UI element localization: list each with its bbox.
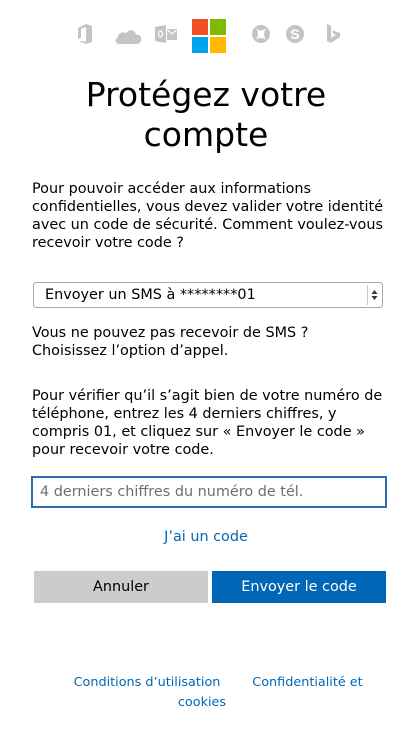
verify-line: pour recevoir votre code. [32, 442, 214, 458]
outlook-icon[interactable] [155, 24, 177, 44]
terms-link[interactable]: Conditions d’utilisation [72, 673, 222, 693]
sms-help-text: Vous ne pouvez pas recevoir de SMS ? Cho… [32, 324, 392, 360]
xbox-icon[interactable] [251, 24, 271, 44]
verify-line: Pour vérifier qu’il s’agit bien de votre… [32, 388, 383, 404]
microsoft-logo [192, 19, 226, 53]
office-icon[interactable] [77, 24, 93, 44]
intro-line: Pour pouvoir accéder aux informations [32, 181, 312, 197]
verify-line: téléphone, entrez les 4 derniers chiffre… [32, 406, 337, 422]
dropdown-arrow-icon[interactable] [367, 285, 380, 305]
intro-line: recevoir votre code ? [32, 235, 184, 251]
selected-method: Envoyer un SMS à ********01 [45, 287, 256, 303]
intro-text: Pour pouvoir accéder aux informations co… [32, 180, 392, 252]
phone-digits-input[interactable] [31, 476, 387, 508]
intro-line: confidentielles, vous devez valider votr… [32, 199, 384, 215]
svg-text:S: S [290, 26, 299, 42]
verify-line: compris 01, et cliquez sur « Envoyer le … [32, 424, 365, 440]
verify-instructions: Pour vérifier qu’il s’agit bien de votre… [32, 387, 392, 459]
terms-link-cookies[interactable]: cookies [142, 693, 262, 713]
send-code-button[interactable]: Envoyer le code [212, 571, 386, 603]
cancel-button[interactable]: Annuler [34, 571, 208, 603]
page-title-line-1: Protégez votre [85, 75, 327, 114]
skype-icon[interactable]: S [285, 24, 305, 44]
sms-help-line: Choisissez l’option d’appel. [32, 343, 229, 359]
intro-line: avec un code de sécurité. Comment voulez… [32, 217, 383, 233]
page-title-line-2: compte [143, 115, 269, 154]
privacy-link[interactable]: Confidentialité et [250, 673, 365, 693]
page-title: Protégez votre compte [0, 75, 412, 155]
verification-method-select[interactable]: Envoyer un SMS à ********01 [33, 282, 383, 308]
have-code-link[interactable]: J’ai un code [0, 527, 412, 547]
sms-help-line: Vous ne pouvez pas recevoir de SMS ? [32, 325, 309, 341]
onedrive-icon[interactable] [114, 28, 142, 44]
bing-icon[interactable] [326, 24, 342, 44]
